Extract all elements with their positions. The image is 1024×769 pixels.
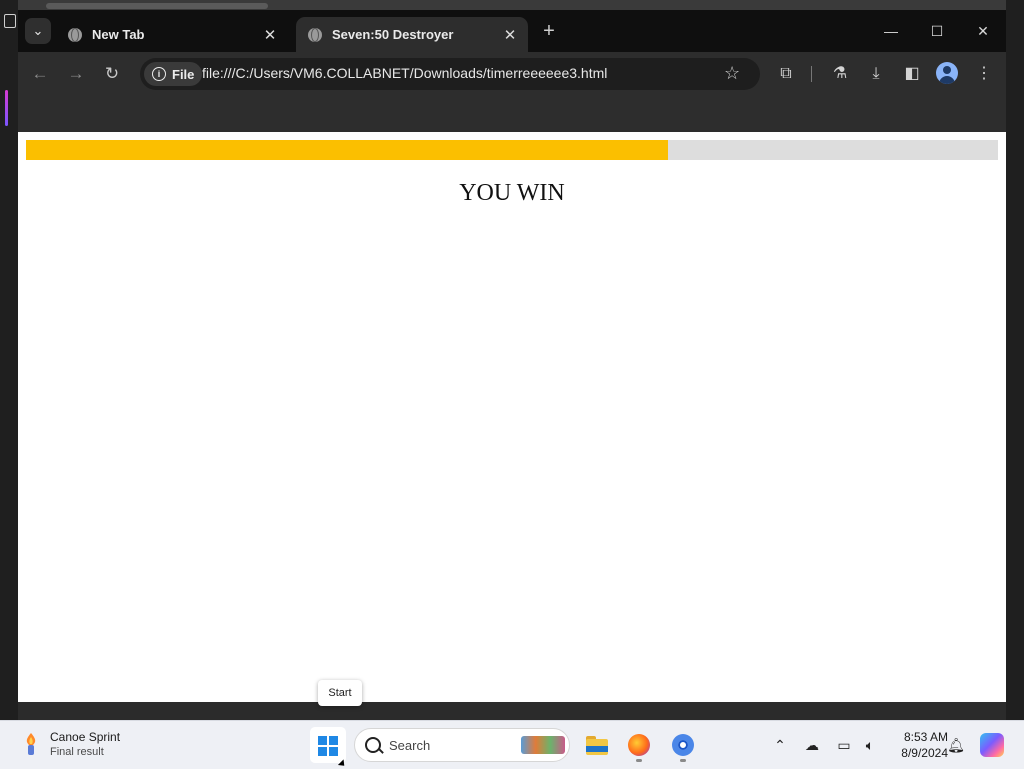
tab-title: New Tab [92,27,145,42]
toolbar-divider [811,66,812,82]
file-explorer-icon[interactable] [580,729,612,761]
tab-strip: ⌄ New Tab ✕ Seven:50 Destroyer ✕ + — ☐ ✕ [18,10,1006,52]
page-viewport: YOU WIN [18,132,1006,702]
start-button[interactable] [310,727,346,763]
tab-search-button[interactable]: ⌄ [25,18,51,44]
download-icon[interactable]: ⤓ [864,62,888,86]
bookmarks-bar [18,96,1006,132]
bookmark-star-icon[interactable]: ☆ [724,63,740,84]
scheme-label: File [172,66,195,82]
widget-subtitle[interactable]: Final result [50,746,104,758]
desktop-right-edge [1006,0,1024,720]
new-tab-button[interactable]: + [538,20,560,42]
globe-icon [68,27,82,42]
start-tooltip: Start [318,680,362,706]
tab-title: Seven:50 Destroyer [332,27,454,42]
profile-avatar[interactable] [936,62,958,84]
more-menu-icon[interactable]: ⋮ [972,62,996,86]
notifications-bell-icon[interactable]: 🔔︎ [946,735,966,755]
firefox-icon[interactable] [623,729,655,762]
address-bar[interactable]: i File file:///C:/Users/VM6.COLLABNET/Do… [140,58,760,90]
search-placeholder: Search [389,738,431,753]
chevron-down-icon: ⌄ [32,23,44,38]
reload-button[interactable]: ↻ [100,62,124,86]
taskbar: Canoe Sprint Final result Search ⌃ ☁ ▭ 🔈… [0,720,1024,769]
close-window-button[interactable]: ✕ [960,20,1006,42]
site-info-chip[interactable]: i File [144,62,203,86]
show-hidden-icons-icon[interactable]: ⌃ [770,735,790,755]
desktop-icon [4,14,16,28]
widget-title[interactable]: Canoe Sprint [50,730,120,744]
network-icon[interactable]: ▭ [834,735,854,755]
volume-muted-icon[interactable]: 🔈︎ [860,735,880,755]
desktop-top-strip [0,0,1024,10]
torch-widget-icon[interactable] [20,732,42,756]
tab-new-tab[interactable]: New Tab ✕ [56,17,288,52]
progress-fill [26,140,668,160]
onedrive-offline-icon[interactable]: ☁ [802,735,822,755]
info-icon: i [152,67,166,81]
globe-icon [308,27,322,42]
search-icon [365,737,381,753]
tab-seven50-destroyer[interactable]: Seven:50 Destroyer ✕ [296,17,528,52]
side-panel-icon[interactable]: ◧ [900,62,924,86]
browser-window: ⌄ New Tab ✕ Seven:50 Destroyer ✕ + — ☐ ✕… [18,10,1006,702]
labs-flask-icon[interactable]: ⚗ [828,62,852,86]
minimize-button[interactable]: — [868,20,914,42]
close-icon[interactable]: ✕ [260,26,280,44]
forward-button[interactable]: → [64,62,88,86]
desktop-left-edge [0,0,18,720]
background-window-edge [46,3,268,9]
clock-date: 8/9/2024 [901,746,948,760]
search-highlight-image [521,736,565,754]
taskbar-search[interactable]: Search [354,728,570,762]
extensions-icon[interactable]: ⧉ [774,62,798,86]
progress-bar [26,140,998,160]
close-icon[interactable]: ✕ [500,26,520,44]
result-message: YOU WIN [459,180,565,206]
chrome-icon[interactable] [667,729,699,762]
clock-time: 8:53 AM [903,730,948,744]
browser-toolbar: ← → ↻ i File file:///C:/Users/VM6.COLLAB… [18,52,1006,96]
windows-logo-icon [318,736,338,756]
back-button[interactable]: ← [28,62,52,86]
system-clock[interactable]: 8:53 AM 8/9/2024 [884,729,948,761]
maximize-button[interactable]: ☐ [914,20,960,42]
desktop-accent [5,90,8,126]
url-text[interactable]: file:///C:/Users/VM6.COLLABNET/Downloads… [202,65,607,81]
copilot-icon[interactable] [980,733,1004,757]
